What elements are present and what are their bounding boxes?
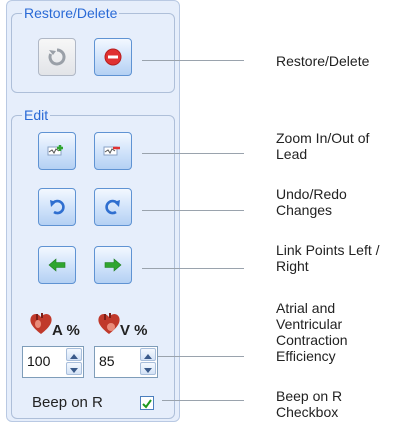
- chevron-up-icon: [70, 354, 78, 359]
- arrow-right-icon: [104, 258, 122, 272]
- link-left-button[interactable]: [38, 246, 76, 284]
- callout-link-points: Link Points Left / Right: [276, 242, 380, 274]
- checkmark-icon: [142, 399, 152, 409]
- arrow-left-icon: [48, 258, 66, 272]
- undo-button[interactable]: [38, 188, 76, 226]
- callout-contraction-line1: Atrial and: [276, 300, 336, 316]
- atrial-efficiency-spinner[interactable]: 100: [22, 346, 84, 378]
- callout-undo-redo: Undo/Redo Changes: [276, 186, 347, 218]
- callout-link-points-line1: Link Points Left /: [276, 242, 380, 258]
- zoom-in-button[interactable]: [38, 132, 76, 170]
- ventricular-label: V %: [120, 322, 148, 339]
- callout-line-beep: [162, 400, 244, 401]
- zoom-out-button[interactable]: [94, 132, 132, 170]
- beep-on-r-checkbox[interactable]: [140, 396, 154, 410]
- tool-panel: Restore/Delete Edit A % V % 100 85 Beep …: [6, 0, 180, 422]
- delete-icon: [104, 48, 122, 66]
- callout-zoom-line2: Lead: [276, 146, 308, 162]
- link-right-button[interactable]: [94, 246, 132, 284]
- ventricular-increment-button[interactable]: [140, 348, 156, 361]
- callout-zoom-line1: Zoom In/Out of: [276, 130, 370, 146]
- ventricular-efficiency-value: 85: [99, 353, 115, 369]
- callout-line-undo: [142, 210, 244, 211]
- callout-undo-redo-line2: Changes: [276, 202, 333, 218]
- callout-line-contraction: [158, 356, 244, 357]
- atrial-decrement-button[interactable]: [66, 362, 82, 375]
- zoom-in-icon: [47, 145, 63, 156]
- ventricular-spinner-arrows: [140, 348, 156, 376]
- callout-beep: Beep on R Checkbox: [276, 388, 342, 420]
- atrial-increment-button[interactable]: [66, 348, 82, 361]
- callout-beep-line2: Checkbox: [276, 404, 339, 420]
- atrial-heart-icon: [30, 313, 52, 334]
- callout-contraction: Atrial and Ventricular Contraction Effic…: [276, 300, 348, 364]
- restore-delete-group-title: Restore/Delete: [22, 5, 120, 21]
- zoom-out-icon: [103, 146, 120, 156]
- redo-button[interactable]: [94, 188, 132, 226]
- atrial-spinner-arrows: [66, 348, 82, 376]
- callout-line-restore: [142, 60, 244, 61]
- callout-beep-line1: Beep on R: [276, 388, 343, 404]
- delete-button[interactable]: [94, 38, 132, 76]
- callout-undo-redo-line1: Undo/Redo: [276, 186, 347, 202]
- callout-link-points-line2: Right: [276, 258, 309, 274]
- restore-button[interactable]: [38, 38, 76, 76]
- redo-icon: [105, 199, 120, 215]
- undo-icon: [50, 199, 65, 215]
- callout-contraction-line3: Contraction: [276, 332, 348, 348]
- chevron-down-icon: [70, 368, 78, 373]
- beep-on-r-label: Beep on R: [32, 394, 103, 411]
- edit-group: Edit A % V % 100 85 Beep on R: [11, 107, 175, 419]
- restore-delete-group: Restore/Delete: [11, 5, 175, 93]
- callout-line-zoom: [142, 153, 244, 154]
- callout-contraction-line4: Efficiency: [276, 348, 336, 364]
- callout-zoom: Zoom In/Out of Lead: [276, 130, 369, 162]
- chevron-down-icon: [144, 368, 152, 373]
- ventricular-decrement-button[interactable]: [140, 362, 156, 375]
- atrial-label: A %: [52, 322, 80, 339]
- ventricular-heart-icon: [98, 313, 120, 334]
- atrial-efficiency-value: 100: [27, 353, 51, 369]
- callout-restore-delete-line1: Restore/Delete: [276, 53, 370, 69]
- edit-group-title: Edit: [22, 107, 51, 123]
- chevron-up-icon: [144, 354, 152, 359]
- restore-icon: [48, 48, 66, 66]
- ventricular-efficiency-spinner[interactable]: 85: [94, 346, 158, 378]
- callout-line-link: [142, 268, 244, 269]
- callout-contraction-line2: Ventricular: [276, 316, 343, 332]
- callout-restore-delete: Restore/Delete: [276, 53, 369, 69]
